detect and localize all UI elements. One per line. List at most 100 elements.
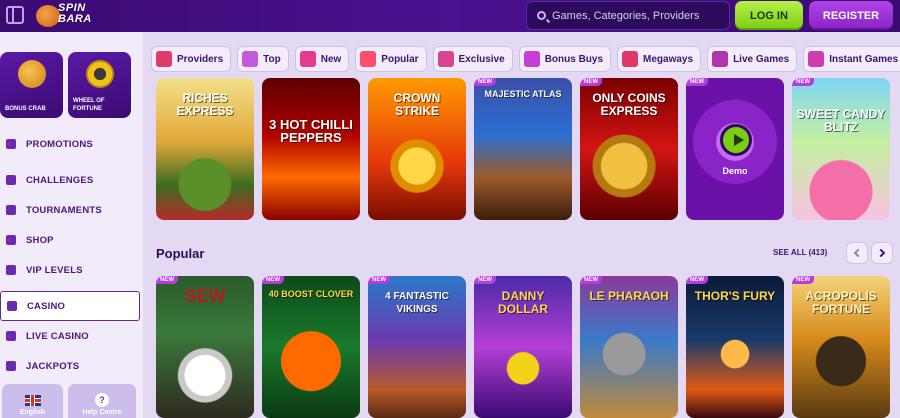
game-card[interactable]: Crown Strike [368,78,466,220]
game-card[interactable]: NEW Thor's Fury [686,276,784,418]
game-title: Only Coins Express [592,91,666,118]
wheel-icon [86,60,114,88]
sidebar-item-label: CASINO [27,300,66,312]
logo[interactable]: SPIN BARA [36,2,108,29]
help-centre-button[interactable]: ? Help Centre [68,384,136,418]
sidebar-item-label: PROMOTIONS [26,138,93,150]
lightning-icon [299,51,316,67]
new-badge: NEW [474,78,496,86]
game-title: SEW [184,286,226,306]
category-popular[interactable]: Popular [355,46,427,72]
category-live-games[interactable]: Live Games [707,46,798,72]
game-card[interactable]: NEW Acropolis Fortune [792,276,890,418]
game-card[interactable]: NEW 40 Boost Clover [262,276,360,418]
jackpot-icon [6,361,16,371]
sidebar-item-challenges[interactable]: CHALLENGES [0,165,143,195]
gift-icon [6,139,16,149]
category-label: Top [263,53,281,65]
logo-text: SPIN BARA [58,2,92,25]
sidebar-item-tournaments[interactable]: TOURNAMENTS [0,195,143,225]
category-label: Megaways [643,53,694,65]
sidebar-item-label: TOURNAMENTS [26,204,102,216]
game-title: Acropolis Fortune [805,289,877,316]
game-card-demo[interactable]: NEW Demo [686,78,784,220]
game-card[interactable]: NEW SEW [156,276,254,418]
category-label: Bonus Buys [544,53,604,65]
flag-icon [6,175,16,185]
gift-icon [523,51,540,67]
play-icon[interactable] [720,124,752,156]
diamond-icon [437,51,454,67]
cards-icon [6,331,16,341]
game-card[interactable]: NEW Sweet Candy Blitz [792,78,890,220]
game-title: Crown Strike [393,91,441,118]
game-card[interactable]: NEW Danny Dollar [474,276,572,418]
main-content: Providers Top New Popular Exclusive Bonu… [143,32,900,418]
shop-icon [6,235,16,245]
search-placeholder: Games, Categories, Providers [552,10,700,22]
promo-bonus-crab[interactable]: BONUS CRAB [0,52,63,118]
chevron-left-icon [853,248,863,258]
game-card[interactable]: NEW Le Pharaoh [580,276,678,418]
game-title: Le Pharaoh [589,289,669,303]
game-card[interactable]: Riches Express [156,78,254,220]
capybara-logo-icon [36,5,60,27]
trophy-icon [6,205,16,215]
games-row-popular: NEW SEW NEW 40 Boost Clover NEW 4 Fantas… [156,276,890,418]
m-icon [622,51,639,67]
game-card[interactable]: NEW 4 Fantastic Vikings [368,276,466,418]
see-all-link[interactable]: SEE ALL (413) [773,248,827,257]
category-bar: Providers Top New Popular Exclusive Bonu… [151,46,900,74]
category-new[interactable]: New [294,46,350,72]
fire-icon [360,51,377,67]
new-badge: NEW [792,78,814,86]
chevron-right-icon [876,248,886,258]
game-title: Sweet Candy Blitz [796,107,886,134]
category-instant-games[interactable]: Instant Games [803,46,900,72]
login-button[interactable]: LOG IN [735,1,803,30]
category-exclusive[interactable]: Exclusive [432,46,513,72]
sidebar-item-label: SHOP [26,234,54,246]
crown-icon [242,51,259,67]
register-button[interactable]: REGISTER [809,1,893,30]
category-label: Live Games [733,53,790,65]
sidebar-item-label: VIP LEVELS [26,264,83,276]
sidebar-item-vip-levels[interactable]: VIP LEVELS [0,255,143,285]
game-title: 40 Boost Clover [268,289,354,299]
new-badge: NEW [792,276,814,284]
new-badge: NEW [474,276,496,284]
game-title: Danny Dollar [498,289,548,316]
sidebar-item-shop[interactable]: SHOP [0,225,143,255]
language-selector[interactable]: English [2,384,63,418]
new-badge: NEW [156,276,178,284]
games-row-featured: Riches Express 3 Hot Chilli Peppers Crow… [156,78,890,220]
game-card[interactable]: NEW Only Coins Express [580,78,678,220]
new-badge: NEW [580,78,602,86]
top-bar: SPIN BARA Games, Categories, Providers L… [0,0,900,32]
game-title: Riches Express [176,91,234,118]
demo-label[interactable]: Demo [686,166,784,176]
game-title: Thor's Fury [694,289,776,303]
game-card[interactable]: NEW Majestic Atlas [474,78,572,220]
category-top[interactable]: Top [237,46,289,72]
sidebar-item-live-casino[interactable]: LIVE CASINO [0,321,143,351]
sidebar-toggle-icon[interactable] [6,6,24,24]
prev-button[interactable] [846,242,868,264]
new-badge: NEW [368,276,390,284]
category-bonus-buys[interactable]: Bonus Buys [518,46,612,72]
sidebar-item-casino[interactable]: CASINO [0,291,140,321]
slot-icon [7,301,17,311]
game-title: 3 Hot Chilli Peppers [269,117,353,145]
sidebar-item-label: LIVE CASINO [26,330,89,342]
game-title: Majestic Atlas [484,89,562,99]
next-button[interactable] [871,242,893,264]
category-megaways[interactable]: Megaways [617,46,702,72]
search-input[interactable]: Games, Categories, Providers [526,1,730,30]
category-providers[interactable]: Providers [151,46,232,72]
help-icon: ? [95,393,109,407]
promo-wheel-of-fortune[interactable]: WHEEL OF FORTUNE [68,52,131,118]
game-card[interactable]: 3 Hot Chilli Peppers [262,78,360,220]
sidebar-item-jackpots[interactable]: JACKPOTS [0,351,143,381]
help-label: Help Centre [82,409,122,416]
sidebar-item-promotions[interactable]: PROMOTIONS [0,129,143,159]
